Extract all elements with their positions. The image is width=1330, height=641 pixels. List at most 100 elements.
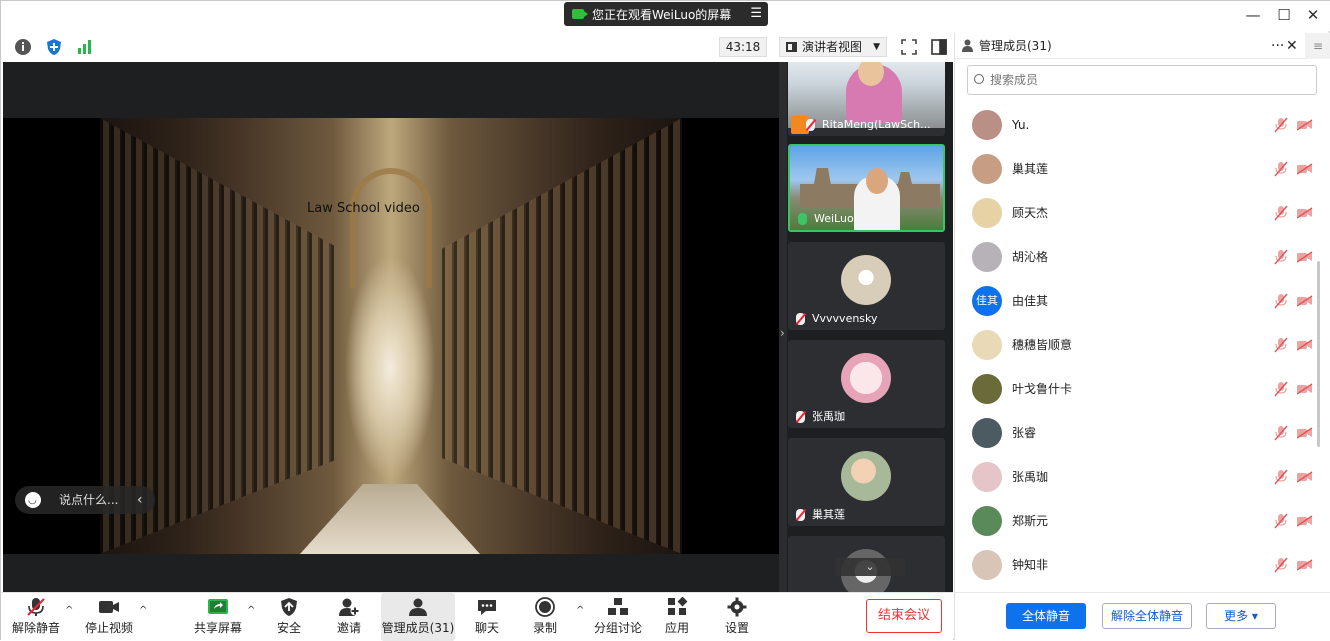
video-off-icon[interactable] [1297, 427, 1313, 439]
maximize-button[interactable]: ☐ [1274, 5, 1294, 25]
mic-muted-icon[interactable] [1274, 293, 1288, 309]
gallery-splitter[interactable]: › [779, 62, 787, 592]
breakout-rooms-button[interactable]: 分组讨论 [593, 593, 643, 641]
video-tile[interactable]: RitaMeng(LawSch... [788, 62, 945, 136]
video-tile[interactable]: Vvvvvensky [788, 242, 945, 330]
participant-name: 叶戈鲁什卡 [1012, 382, 1073, 396]
emoji-icon[interactable] [25, 487, 41, 515]
participant-name: 巢其莲 [1012, 162, 1049, 176]
more-options-icon[interactable]: ··· [1271, 33, 1284, 59]
shield-icon[interactable] [44, 37, 64, 57]
participant-row[interactable]: 叶戈鲁什卡 [955, 367, 1321, 411]
record-button[interactable]: 录制 [525, 593, 565, 641]
meeting-timer: 43:18 [719, 37, 767, 57]
mic-muted-icon[interactable] [1274, 205, 1288, 221]
signal-strength-icon[interactable] [75, 37, 95, 57]
participant-row[interactable]: 张禹珈 [955, 455, 1321, 499]
mic-muted-icon[interactable] [1274, 425, 1288, 441]
participant-list-scrollbar[interactable] [1317, 261, 1320, 447]
add-user-icon [338, 597, 360, 617]
close-button[interactable]: ✕ [1303, 5, 1323, 25]
participant-row[interactable]: 巢其莲 [955, 147, 1321, 191]
fullscreen-icon[interactable] [899, 37, 919, 57]
video-off-icon[interactable] [1297, 559, 1313, 571]
video-off-icon[interactable] [1297, 515, 1313, 527]
shared-screen-area[interactable]: Law School video 说点什么... ‹ [3, 62, 779, 592]
close-icon[interactable]: ✕ [1286, 33, 1298, 59]
mute-all-button[interactable]: 全体静音 [1006, 603, 1086, 629]
video-off-icon[interactable] [1297, 471, 1313, 483]
avatar [972, 330, 1002, 360]
video-tile[interactable]: 张禹珈 [788, 340, 945, 428]
end-meeting-button[interactable]: 结束会议 [866, 599, 942, 633]
gear-icon [726, 597, 748, 617]
record-label: 录制 [532, 621, 557, 635]
apps-icon [666, 596, 688, 617]
mic-muted-icon[interactable] [1274, 161, 1288, 177]
mic-muted-icon[interactable] [1274, 249, 1288, 265]
chevron-up-icon[interactable]: ^ [65, 605, 73, 616]
video-camera-icon [572, 9, 588, 19]
minimize-button[interactable]: — [1243, 5, 1263, 25]
chat-button[interactable]: 聊天 [467, 593, 507, 641]
invite-button[interactable]: 邀请 [327, 593, 371, 641]
chevron-left-icon[interactable]: ‹ [137, 486, 143, 514]
menu-icon[interactable]: ☰ [750, 6, 762, 21]
tile-name-bar: RitaMeng(LawSch... [802, 116, 931, 134]
side-panel-toggle-icon[interactable] [929, 37, 949, 57]
apps-button[interactable]: 应用 [657, 593, 697, 641]
participant-row[interactable]: 穗穗皆顺意 [955, 323, 1321, 367]
video-off-icon[interactable] [1297, 119, 1313, 131]
participant-name: 郑斯元 [1012, 514, 1049, 528]
mic-muted-icon[interactable] [1274, 117, 1288, 133]
settings-button[interactable]: 设置 [717, 593, 757, 641]
participants-icon [407, 597, 429, 617]
participant-row[interactable]: 张睿 [955, 411, 1321, 455]
video-tile-active-speaker[interactable]: WeiLuo [788, 144, 945, 232]
unmute-button[interactable]: 解除静音 [9, 593, 63, 641]
unmute-all-button[interactable]: 解除全体静音 [1102, 603, 1192, 629]
video-off-icon[interactable] [1297, 295, 1313, 307]
video-off-icon[interactable] [1297, 383, 1313, 395]
manage-participants-button[interactable]: 管理成员(31) [381, 593, 455, 641]
video-tile[interactable]: 巢其莲 [788, 438, 945, 526]
mic-active-icon [798, 213, 807, 225]
mic-muted-icon[interactable] [1274, 557, 1288, 573]
mic-muted-icon[interactable] [1274, 469, 1288, 485]
screen-share-banner[interactable]: 您正在观看WeiLuo的屏幕 ☰ [564, 2, 768, 26]
participant-row[interactable]: 郑斯元 [955, 499, 1321, 543]
participant-row[interactable]: 钟知非 [955, 543, 1321, 587]
video-off-icon[interactable] [1297, 207, 1313, 219]
zoom-meeting-window: 您正在观看WeiLuo的屏幕 ☰ — ☐ ✕ 43:18 演讲者视图 ▼ Law… [0, 0, 1330, 641]
security-button[interactable]: 安全 [267, 593, 311, 641]
chevron-up-icon[interactable]: ^ [576, 605, 584, 616]
participant-row[interactable]: Yu. [955, 103, 1321, 147]
mic-muted-icon[interactable] [1274, 513, 1288, 529]
video-off-icon[interactable] [1297, 251, 1313, 263]
stop-video-button[interactable]: 停止视频 [81, 593, 137, 641]
participant-avatar [841, 353, 891, 403]
mic-muted-icon[interactable] [1274, 381, 1288, 397]
avatar: 佳其 [972, 286, 1002, 316]
bookshelf-right [442, 118, 682, 554]
chevron-up-icon[interactable]: ^ [247, 605, 255, 616]
participant-row[interactable]: 佳其 由佳其 [955, 279, 1321, 323]
chevron-up-icon[interactable]: ^ [139, 605, 147, 616]
tile-name: Vvvvvensky [812, 312, 878, 325]
title-bar: 您正在观看WeiLuo的屏幕 ☰ — ☐ ✕ [1, 1, 1330, 31]
search-members-input[interactable] [967, 65, 1317, 95]
mic-muted-icon[interactable] [1274, 337, 1288, 353]
info-icon[interactable] [13, 37, 33, 57]
more-button[interactable]: 更多 ▾ [1206, 603, 1276, 629]
participant-row[interactable]: 顾天杰 [955, 191, 1321, 235]
participants-panel: 管理成员(31) ··· ✕ ≡ Yu. 巢其莲顾天杰胡沁格佳其由佳其穗穗皆顺意叶… [954, 33, 1330, 640]
panel-menu-icon[interactable]: ≡ [1305, 33, 1330, 59]
video-off-icon[interactable] [1297, 163, 1313, 175]
chevron-right-icon[interactable]: › [780, 326, 785, 340]
chat-input-bubble[interactable]: 说点什么... ‹ [15, 486, 155, 515]
share-screen-button[interactable]: 共享屏幕 [191, 593, 245, 641]
chevron-down-icon[interactable]: ⌄ [835, 558, 905, 576]
participant-row[interactable]: 胡沁格 [955, 235, 1321, 279]
video-off-icon[interactable] [1297, 339, 1313, 351]
view-mode-dropdown[interactable]: 演讲者视图 ▼ [779, 37, 887, 57]
